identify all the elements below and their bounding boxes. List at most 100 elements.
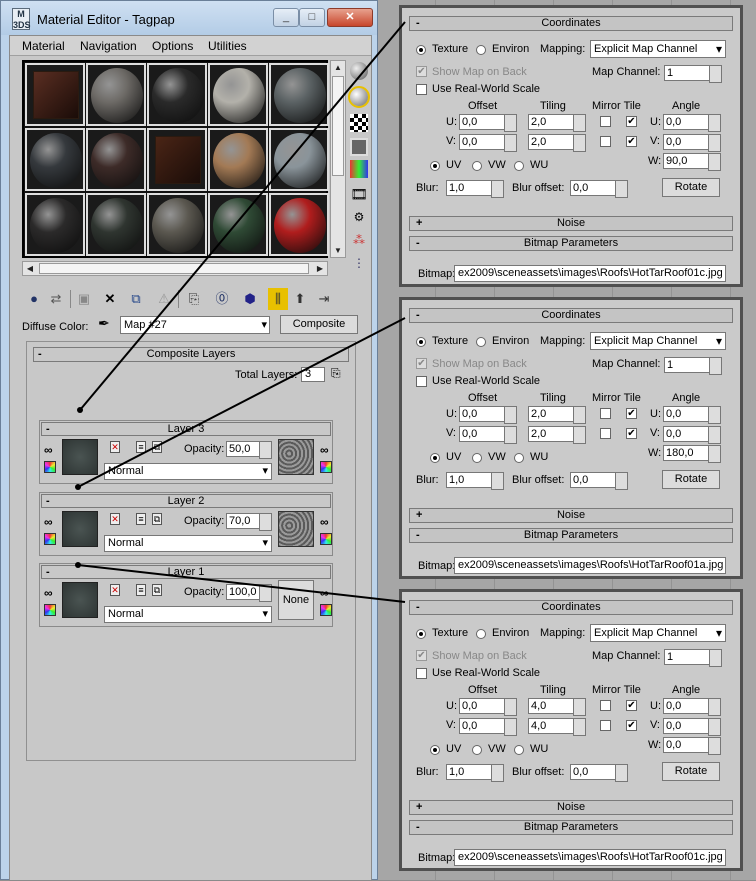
v-angle-spinner[interactable]: 0,0 [663, 426, 721, 444]
u-mirror-checkbox[interactable] [600, 700, 611, 711]
duplicate-layer-icon[interactable]: ⧉ [152, 513, 162, 525]
material-slot[interactable] [86, 63, 146, 126]
get-material-icon[interactable]: ● [24, 288, 44, 310]
menu-options[interactable]: Options [152, 39, 193, 53]
v-angle-spinner[interactable]: 0,0 [663, 718, 721, 736]
layer-map-thumbnail[interactable] [62, 439, 98, 475]
w-angle-spinner[interactable]: 0,0 [663, 737, 721, 755]
make-unique-icon[interactable]: ⚠ [154, 288, 174, 310]
material-slot[interactable] [208, 193, 268, 256]
layer-map-thumbnail[interactable] [62, 582, 98, 618]
mapping-dropdown[interactable]: Explicit Map Channel [590, 40, 726, 58]
blur-spinner[interactable]: 1,0 [446, 764, 504, 782]
go-forward-to-sibling-icon[interactable]: ⇥ [314, 288, 334, 310]
rotate-button[interactable]: Rotate [662, 762, 720, 781]
blur-offset-spinner[interactable]: 0,0 [570, 180, 628, 198]
layer-header[interactable]: - Layer 2 [41, 494, 331, 508]
link-icon[interactable]: ∞ [44, 586, 53, 600]
maximize-button[interactable]: □ [299, 8, 325, 27]
link-icon[interactable]: ∞ [44, 515, 53, 529]
remove-layer-icon[interactable]: ✕ [110, 441, 120, 453]
composite-layers-header[interactable]: - Composite Layers [33, 347, 349, 362]
material-slot[interactable] [25, 128, 85, 191]
rename-layer-icon[interactable]: ≡ [136, 441, 146, 453]
wu-radio[interactable] [514, 161, 524, 171]
layer-map-thumbnail[interactable] [62, 511, 98, 547]
w-angle-spinner[interactable]: 90,0 [663, 153, 721, 171]
scroll-down-icon[interactable]: ▼ [331, 244, 345, 257]
mapping-dropdown[interactable]: Explicit Map Channel [590, 624, 726, 642]
put-to-scene-icon[interactable]: ⇄ [46, 288, 66, 310]
map-channel-spinner[interactable]: 1 [664, 65, 722, 83]
duplicate-layer-icon[interactable]: ⧉ [152, 584, 162, 596]
mask-thumbnail[interactable] [278, 439, 314, 475]
u-angle-spinner[interactable]: 0,0 [663, 114, 721, 132]
vw-radio[interactable] [472, 161, 482, 171]
bitmap-path-button[interactable]: ex2009\sceneassets\images\Roofs\HotTarRo… [454, 557, 726, 574]
menu-material[interactable]: Material [22, 39, 65, 53]
mask-color-correction-icon[interactable] [320, 461, 332, 473]
real-world-scale-checkbox[interactable] [416, 668, 427, 679]
put-to-library-icon[interactable]: ⎘ [184, 288, 204, 310]
v-mirror-checkbox[interactable] [600, 136, 611, 147]
material-slot[interactable] [147, 63, 207, 126]
slots-vertical-scrollbar[interactable]: ▲ ▼ [330, 60, 346, 258]
v-angle-spinner[interactable]: 0,0 [663, 134, 721, 152]
uv-radio[interactable] [430, 745, 440, 755]
make-preview-icon[interactable]: 🎞 [350, 186, 368, 204]
go-to-parent-icon[interactable]: ⬆ [290, 288, 310, 310]
map-name-field[interactable]: Map #27 [120, 316, 270, 334]
video-color-check-icon[interactable] [350, 160, 368, 178]
u-tiling-spinner[interactable]: 4,0 [528, 698, 586, 716]
opacity-spinner[interactable]: 100,0 [226, 584, 272, 602]
make-copy-icon[interactable]: ⧉ [126, 288, 146, 310]
scroll-thumb[interactable] [332, 76, 344, 176]
texture-radio[interactable] [416, 629, 426, 639]
bitmap-parameters-header[interactable]: - Bitmap Parameters [409, 820, 733, 835]
noise-header[interactable]: + Noise [409, 800, 733, 815]
u-tile-checkbox[interactable]: ✔ [626, 700, 637, 711]
u-offset-spinner[interactable]: 0,0 [459, 114, 517, 132]
v-tiling-spinner[interactable]: 2,0 [528, 426, 586, 444]
material-slot[interactable] [25, 63, 85, 126]
mask-none-button[interactable]: None [278, 580, 314, 620]
mask-link-icon[interactable]: ∞ [320, 443, 329, 457]
bitmap-parameters-header[interactable]: - Bitmap Parameters [409, 236, 733, 251]
noise-header[interactable]: + Noise [409, 216, 733, 231]
map-channel-spinner[interactable]: 1 [664, 357, 722, 375]
layer-header[interactable]: - Layer 3 [41, 422, 331, 436]
v-tiling-spinner[interactable]: 4,0 [528, 718, 586, 736]
u-mirror-checkbox[interactable] [600, 116, 611, 127]
blur-spinner[interactable]: 1,0 [446, 180, 504, 198]
u-angle-spinner[interactable]: 0,0 [663, 406, 721, 424]
material-id-channel-icon[interactable]: ⓪ [212, 288, 232, 310]
scroll-right-icon[interactable]: ▶ [313, 262, 327, 275]
v-offset-spinner[interactable]: 0,0 [459, 426, 517, 444]
real-world-scale-checkbox[interactable] [416, 84, 427, 95]
u-offset-spinner[interactable]: 0,0 [459, 698, 517, 716]
u-tiling-spinner[interactable]: 2,0 [528, 114, 586, 132]
menu-utilities[interactable]: Utilities [208, 39, 247, 53]
vw-radio[interactable] [472, 453, 482, 463]
map-channel-spinner[interactable]: 1 [664, 649, 722, 667]
v-offset-spinner[interactable]: 0,0 [459, 134, 517, 152]
link-icon[interactable]: ∞ [44, 443, 53, 457]
backlight-icon[interactable] [348, 86, 370, 108]
sample-type-icon[interactable] [350, 62, 368, 80]
opacity-spinner[interactable]: 50,0 [226, 441, 272, 459]
show-map-in-viewport-icon[interactable]: ⬢ [240, 288, 260, 310]
uv-radio[interactable] [430, 453, 440, 463]
blur-offset-spinner[interactable]: 0,0 [570, 472, 628, 490]
material-slot[interactable] [147, 128, 207, 191]
blur-spinner[interactable]: 1,0 [446, 472, 504, 490]
material-slot[interactable] [86, 193, 146, 256]
rotate-button[interactable]: Rotate [662, 470, 720, 489]
coordinates-header[interactable]: - Coordinates [409, 600, 733, 615]
coordinates-header[interactable]: - Coordinates [409, 16, 733, 31]
uv-radio[interactable] [430, 161, 440, 171]
reset-map-icon[interactable]: ✕ [100, 288, 120, 310]
scroll-up-icon[interactable]: ▲ [331, 61, 345, 74]
v-mirror-checkbox[interactable] [600, 720, 611, 731]
title-bar[interactable]: M 3DS Material Editor - Tagpap _ □ ✕ [1, 1, 377, 35]
v-tile-checkbox[interactable]: ✔ [626, 428, 637, 439]
